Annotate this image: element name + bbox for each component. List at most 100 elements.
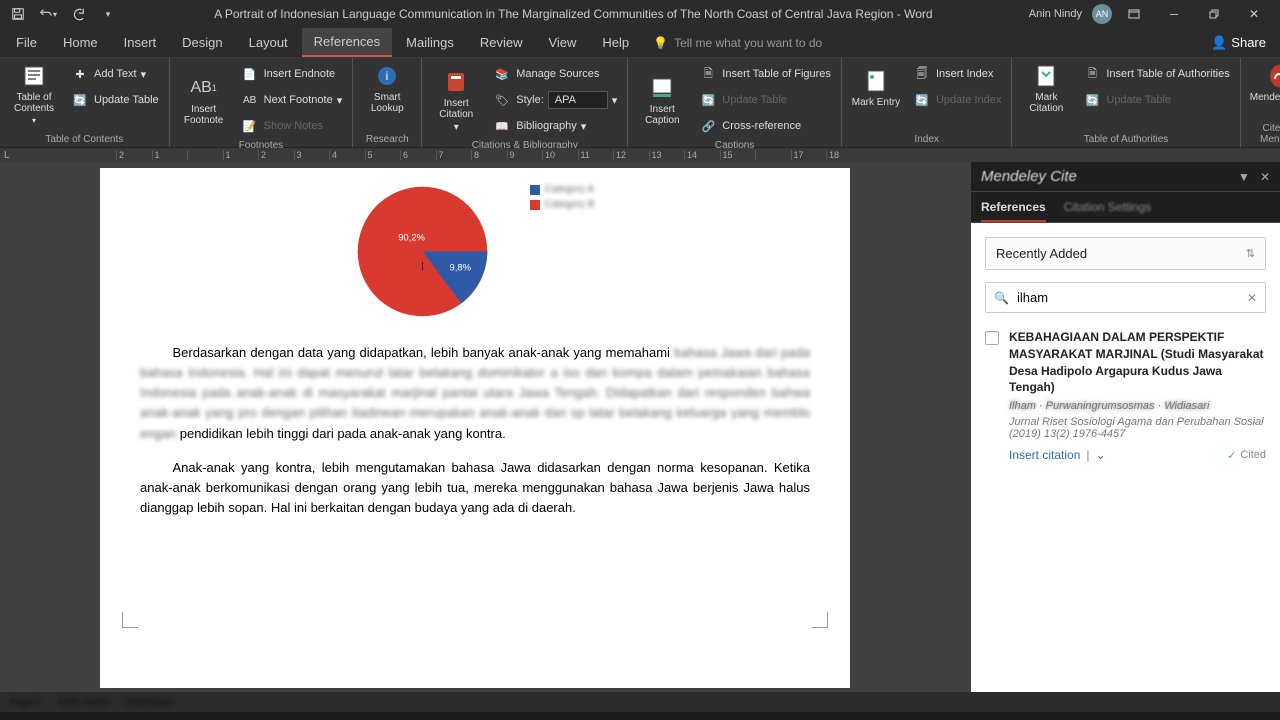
reference-title: KEBAHAGIAAN DALAM PERSPEKTIF MASYARAKAT … [1009, 329, 1266, 396]
show-notes-icon: 📝 [240, 116, 260, 136]
mark-citation-button[interactable]: Mark Citation [1018, 62, 1074, 114]
smart-lookup-button[interactable]: i Smart Lookup [359, 62, 415, 114]
page-margin-corner-bl [122, 612, 138, 628]
table-of-contents-button[interactable]: Table of Contents ▾ [6, 62, 62, 125]
page-margin-corner-br [812, 612, 828, 628]
update-index-icon: 🔄 [912, 90, 932, 110]
group-mendeley: Cite with Mendeley [1247, 123, 1280, 145]
pane-tab-references[interactable]: References [981, 200, 1046, 222]
tab-home[interactable]: Home [51, 29, 110, 56]
cited-badge: ✓ Cited [1227, 449, 1266, 462]
cross-ref-icon: 🔗 [698, 116, 718, 136]
update-fig-icon: 🔄 [698, 90, 718, 110]
mark-entry-icon [862, 67, 890, 95]
search-box[interactable]: 🔍 ✕ [985, 282, 1266, 313]
show-notes-button: 📝Show Notes [236, 114, 347, 138]
next-footnote-button[interactable]: ABNext Footnote ▾ [236, 88, 347, 112]
tab-insert[interactable]: Insert [112, 29, 169, 56]
clear-search-icon[interactable]: ✕ [1247, 291, 1257, 305]
group-index: Index [848, 134, 1005, 145]
tell-me-label: Tell me what you want to do [674, 36, 822, 50]
tab-help[interactable]: Help [590, 29, 641, 56]
insert-index-icon: 🗐 [912, 64, 932, 84]
pane-dropdown-icon[interactable]: ▼ [1238, 170, 1250, 184]
tab-view[interactable]: View [536, 29, 588, 56]
insert-endnote-button[interactable]: 📄Insert Endnote [236, 62, 347, 86]
undo-icon[interactable]: ▾ [38, 4, 58, 24]
ruler-corner: L [4, 150, 10, 161]
reference-item[interactable]: KEBAHAGIAAN DALAM PERSPEKTIF MASYARAKAT … [985, 329, 1266, 462]
insert-footnote-button[interactable]: AB1 Insert Footnote [176, 62, 232, 138]
bibliography-button[interactable]: 📖Bibliography ▾ [488, 114, 621, 138]
tab-layout[interactable]: Layout [237, 29, 300, 56]
reference-journal: Jurnal Riset Sosiologi Agama dan Perubah… [1009, 416, 1266, 440]
search-input[interactable] [1017, 290, 1239, 305]
update-icon: 🔄 [70, 90, 90, 110]
mendeley-pane: Mendeley Cite ▼ ✕ References Citation Se… [970, 162, 1280, 692]
filter-value: Recently Added [996, 246, 1087, 261]
cross-reference-button[interactable]: 🔗Cross-reference [694, 114, 835, 138]
legend-swatch-1 [530, 185, 540, 195]
status-words[interactable]: 1200 words [58, 697, 110, 708]
share-label: Share [1231, 35, 1266, 50]
mendeley-cite-button[interactable]: Mendeley Cite [1247, 62, 1280, 103]
auth-icon: 🗎 [1082, 64, 1102, 84]
insert-index-button[interactable]: 🗐Insert Index [908, 62, 1005, 86]
pane-tabs: References Citation Settings [971, 192, 1280, 223]
pane-tab-settings[interactable]: Citation Settings [1064, 200, 1151, 222]
document-page[interactable]: 90,2% 9,8% Category A Category B Berdasa… [100, 168, 850, 688]
share-button[interactable]: 👤 Share [1211, 35, 1276, 51]
save-icon[interactable] [8, 4, 28, 24]
group-research: Research [359, 134, 415, 145]
footnote-icon: AB1 [190, 74, 218, 102]
tab-mailings[interactable]: Mailings [394, 29, 466, 56]
add-text-icon: ✚ [70, 64, 90, 84]
tab-review[interactable]: Review [468, 29, 535, 56]
paragraph-1[interactable]: Berdasarkan dengan data yang didapatkan,… [140, 343, 810, 444]
chevron-updown-icon: ⇅ [1246, 247, 1255, 260]
insert-table-figures-button[interactable]: 🗎Insert Table of Figures [694, 62, 835, 86]
insert-citation-button[interactable]: Insert Citation▾ [428, 62, 484, 138]
update-index-button: 🔄Update Index [908, 88, 1005, 112]
next-footnote-icon: AB [240, 90, 260, 110]
tab-design[interactable]: Design [170, 29, 234, 56]
pane-close-icon[interactable]: ✕ [1260, 170, 1270, 184]
mark-citation-icon [1032, 62, 1060, 90]
document-title: A Portrait of Indonesian Language Commun… [118, 7, 1029, 21]
legend-swatch-2 [530, 200, 540, 210]
style-selector[interactable]: 🏷Style: APA ▾ [488, 88, 621, 112]
chevron-down-icon[interactable]: ⌄ [1096, 448, 1106, 462]
status-lang[interactable]: Indonesian [125, 697, 174, 708]
tab-references[interactable]: References [302, 28, 392, 57]
redo-icon[interactable] [68, 4, 88, 24]
close-icon[interactable]: ✕ [1236, 1, 1272, 27]
qat-customize-icon[interactable]: ▾ [98, 4, 118, 24]
tab-file[interactable]: File [4, 29, 49, 56]
reference-checkbox[interactable] [985, 331, 999, 345]
tell-me-search[interactable]: 💡 Tell me what you want to do [653, 36, 822, 50]
insert-caption-button[interactable]: Insert Caption [634, 62, 690, 138]
document-area[interactable]: 90,2% 9,8% Category A Category B Berdasa… [0, 162, 970, 692]
group-toc: Table of Contents [6, 134, 163, 145]
maximize-icon[interactable] [1196, 1, 1232, 27]
search-icon: 🔍 [994, 291, 1009, 305]
status-page[interactable]: Page 4 [10, 697, 42, 708]
update-table-button[interactable]: 🔄Update Table [66, 88, 163, 112]
insert-authorities-button[interactable]: 🗎Insert Table of Authorities [1078, 62, 1233, 86]
paragraph-2[interactable]: Anak-anak yang kontra, lebih mengutamaka… [140, 458, 810, 518]
caption-icon [648, 74, 676, 102]
content-area: 90,2% 9,8% Category A Category B Berdasa… [0, 162, 1280, 692]
ribbon-tabs: File Home Insert Design Layout Reference… [0, 28, 1280, 58]
update-authorities-button: 🔄Update Table [1078, 88, 1233, 112]
minimize-icon[interactable]: ─ [1156, 1, 1192, 27]
manage-sources-button[interactable]: 📚Manage Sources [488, 62, 621, 86]
toc-label: Table of Contents [6, 92, 62, 114]
filter-dropdown[interactable]: Recently Added ⇅ [985, 237, 1266, 270]
insert-citation-link[interactable]: Insert citation | ⌄ [1009, 448, 1106, 462]
endnote-icon: 📄 [240, 64, 260, 84]
ribbon-display-icon[interactable] [1116, 1, 1152, 27]
add-text-button[interactable]: ✚Add Text ▾ [66, 62, 163, 86]
user-avatar[interactable]: AN [1092, 4, 1112, 24]
svg-text:i: i [386, 69, 389, 83]
mark-entry-button[interactable]: Mark Entry [848, 62, 904, 112]
